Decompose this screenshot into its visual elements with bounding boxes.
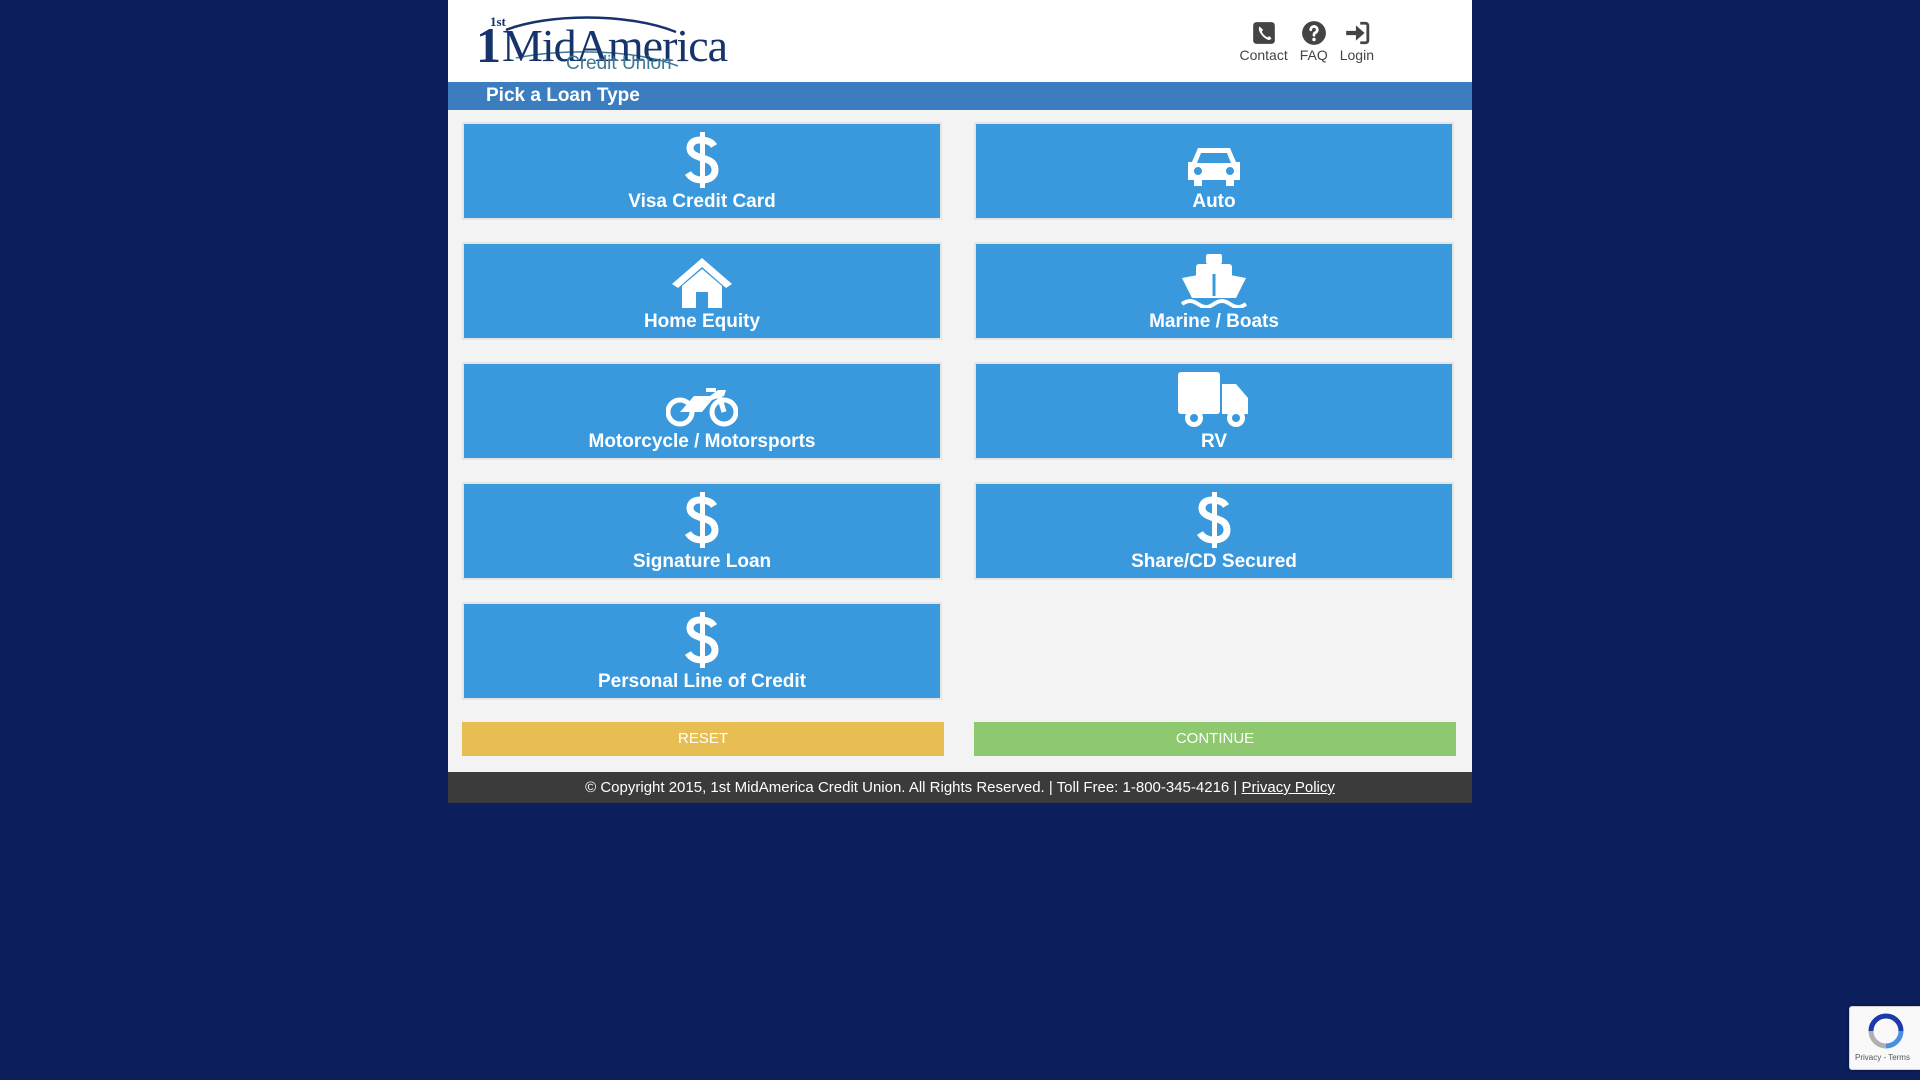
loan-type-panel: Visa Credit Card Auto Home Equity Marine… xyxy=(448,110,1472,772)
nav-login-label: Login xyxy=(1339,47,1374,63)
dollar-icon xyxy=(1197,492,1231,548)
logo[interactable]: 1st 1 MidAmerica Credit Union xyxy=(476,14,728,76)
phone-icon xyxy=(1252,22,1275,44)
loan-tile-visa-credit-card[interactable]: Visa Credit Card xyxy=(462,122,942,220)
top-nav: Contact FAQ Login xyxy=(1239,20,1374,63)
nav-contact[interactable]: Contact xyxy=(1239,20,1288,63)
car-icon xyxy=(1188,148,1240,186)
loan-tile-label: Home Equity xyxy=(643,311,761,332)
loan-tile-signature-loan[interactable]: Signature Loan xyxy=(462,482,942,580)
home-icon xyxy=(672,258,732,308)
loan-type-grid: Visa Credit Card Auto Home Equity Marine… xyxy=(462,122,1458,700)
loan-tile-personal-line-of-credit[interactable]: Personal Line of Credit xyxy=(462,602,942,700)
nav-faq[interactable]: FAQ xyxy=(1300,20,1328,63)
recaptcha-badge[interactable]: Privacy - Terms xyxy=(1849,1006,1920,1070)
loan-tile-home-equity[interactable]: Home Equity xyxy=(462,242,942,340)
loan-tile-label: Visa Credit Card xyxy=(628,191,776,212)
app-page: 1st 1 MidAmerica Credit Union Contact FA… xyxy=(448,0,1472,803)
nav-faq-label: FAQ xyxy=(1299,47,1328,63)
motorcycle-icon xyxy=(666,388,738,427)
nav-contact-label: Contact xyxy=(1239,47,1288,63)
loan-tile-label: Share/CD Secured xyxy=(1131,551,1297,572)
loan-tile-share-cd-secured[interactable]: Share/CD Secured xyxy=(974,482,1454,580)
loan-tile-label: Signature Loan xyxy=(632,551,772,572)
dollar-icon xyxy=(685,492,719,548)
loan-tile-marine-boats[interactable]: Marine / Boats xyxy=(974,242,1454,340)
loan-tile-label: RV xyxy=(1200,431,1228,452)
truck-icon xyxy=(1178,372,1248,427)
continue-button[interactable]: CONTINUE xyxy=(974,722,1456,756)
reset-button[interactable]: RESET xyxy=(462,722,944,756)
header: 1st 1 MidAmerica Credit Union Contact FA… xyxy=(448,0,1472,82)
recaptcha-terms[interactable]: Privacy - Terms xyxy=(1855,1053,1910,1062)
dollar-icon xyxy=(685,132,719,188)
loan-tile-label: Marine / Boats xyxy=(1149,311,1279,332)
dollar-icon xyxy=(685,612,719,668)
loan-tile-motorcycle-motorsports[interactable]: Motorcycle / Motorsports xyxy=(462,362,942,460)
nav-login[interactable]: Login xyxy=(1340,20,1374,63)
footer-copyright: © Copyright 2015, 1st MidAmerica Credit … xyxy=(585,779,1238,796)
recaptcha-icon xyxy=(1868,1013,1904,1049)
ship-icon xyxy=(1180,254,1248,308)
sign-in-icon xyxy=(1346,21,1370,45)
loan-tile-label: Personal Line of Credit xyxy=(598,671,806,692)
privacy-policy-link[interactable]: Privacy Policy xyxy=(1242,779,1335,796)
logo-one: 1 xyxy=(476,17,501,73)
section-title: Pick a Loan Type xyxy=(448,82,1472,110)
footer: © Copyright 2015, 1st MidAmerica Credit … xyxy=(448,772,1472,803)
form-actions: RESET CONTINUE xyxy=(462,722,1458,756)
loan-tile-label: Motorcycle / Motorsports xyxy=(588,431,816,452)
question-circle-icon xyxy=(1301,21,1326,45)
loan-tile-rv[interactable]: RV xyxy=(974,362,1454,460)
logo-subtitle: Credit Union xyxy=(566,53,672,74)
loan-tile-auto[interactable]: Auto xyxy=(974,122,1454,220)
loan-tile-label: Auto xyxy=(1192,191,1236,212)
